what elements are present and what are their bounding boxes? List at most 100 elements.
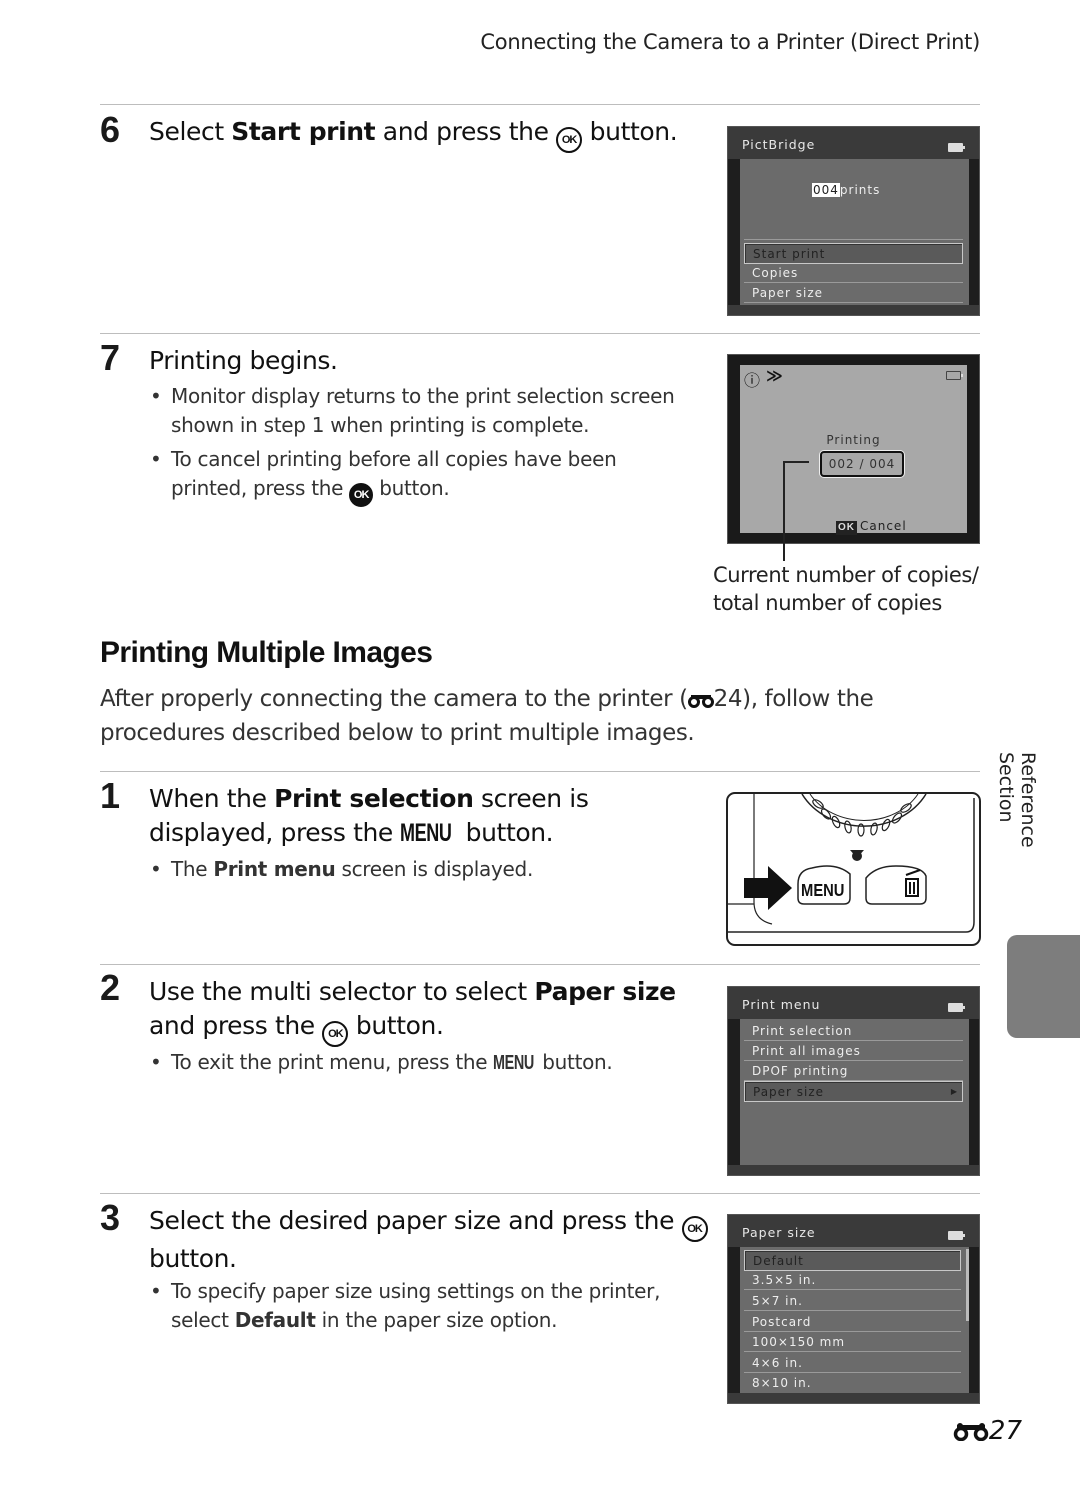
- step-3-title: Select the desired paper size and press …: [149, 1204, 709, 1276]
- step-1-title: When the Print selection screen is displ…: [149, 782, 709, 850]
- step-number: 2: [100, 967, 121, 1008]
- menu-item-copies[interactable]: Copies: [744, 263, 963, 283]
- warning-icon: ⓘ: [744, 371, 761, 390]
- step-7-title: Printing begins.: [149, 346, 338, 375]
- menu-item-label: Paper size: [753, 1085, 825, 1099]
- menu-item-start-print[interactable]: Start print: [744, 243, 963, 264]
- page-reference[interactable]: 24: [714, 686, 743, 712]
- prints-count-label: prints: [839, 183, 881, 197]
- callout-line-2: total number of copies: [713, 591, 942, 615]
- screen-header: Print menu: [728, 987, 979, 1019]
- step-number: 6: [100, 109, 121, 150]
- side-section-label: Reference Section: [995, 752, 1039, 848]
- bullet-text: To specify paper size using settings on …: [150, 1277, 670, 1335]
- text: button.: [348, 1011, 444, 1040]
- text: button.: [373, 476, 450, 500]
- pictbridge-screen: PictBridge 004prints Start print Copies …: [727, 126, 980, 316]
- callout-leader-line: [783, 461, 785, 561]
- menu-item-paper-size[interactable]: Paper size: [744, 283, 963, 303]
- screen-header: PictBridge: [728, 127, 979, 159]
- callout-line-1: Current number of copies/: [713, 563, 979, 587]
- menu-button-icon: MENU: [493, 1052, 535, 1074]
- callout-leader-line: [783, 461, 809, 463]
- text: button.: [536, 1050, 613, 1074]
- text: Select the desired paper size and press …: [149, 1206, 682, 1235]
- paper-option[interactable]: Postcard: [744, 1312, 961, 1332]
- menu-button-icon: MENU: [400, 819, 453, 847]
- divider: [100, 333, 980, 334]
- bullet-item: • Monitor display returns to the print s…: [150, 382, 680, 440]
- bullet-item: • To specify paper size using settings o…: [150, 1277, 670, 1335]
- bold-text: Paper size: [534, 977, 676, 1006]
- paper-option[interactable]: 100×150 mm: [744, 1332, 961, 1352]
- paper-option[interactable]: 5×7 in.: [744, 1291, 961, 1311]
- divider: [100, 104, 980, 105]
- print-menu-screen: Print menu Print selection Print all ima…: [727, 986, 980, 1176]
- battery-icon: [948, 1231, 965, 1240]
- bullet-text: The Print menu screen is displayed.: [150, 855, 670, 884]
- bold-text: Print menu: [213, 857, 336, 881]
- menu-item-print-all-images[interactable]: Print all images: [744, 1041, 963, 1061]
- bullet-dot: •: [150, 447, 162, 471]
- bullet-dot: •: [150, 1050, 162, 1074]
- cancel-hint[interactable]: OK Cancel: [836, 519, 907, 535]
- text: To exit the print menu, press the: [171, 1050, 494, 1074]
- paper-option[interactable]: 8×10 in.: [744, 1373, 961, 1392]
- divider: [100, 964, 980, 965]
- text: screen is displayed.: [335, 857, 533, 881]
- paper-option[interactable]: 4×6 in.: [744, 1353, 961, 1373]
- reference-icon: [687, 695, 714, 708]
- menu-button-label: MENU: [801, 881, 844, 901]
- menu-item-print-selection[interactable]: Print selection: [744, 1021, 963, 1041]
- menu-item-dpof-printing[interactable]: DPOF printing: [744, 1061, 963, 1081]
- screen-footer: [728, 1165, 979, 1175]
- copy-counter: 002 / 004: [820, 451, 904, 477]
- prints-count-value[interactable]: 004: [812, 183, 840, 197]
- page-number: 27: [953, 1416, 1022, 1446]
- screen-body: 004prints Start print Copies Paper size: [740, 159, 969, 305]
- text: button.: [582, 117, 678, 146]
- bullet-dot: •: [150, 1279, 162, 1303]
- scrollbar[interactable]: [966, 1249, 969, 1321]
- paper-option[interactable]: 3.5×5 in.: [744, 1270, 961, 1290]
- bullet-item: • To cancel printing before all copies h…: [150, 445, 695, 507]
- running-head: Connecting the Camera to a Printer (Dire…: [480, 30, 980, 54]
- cancel-label: Cancel: [860, 519, 907, 533]
- section-title: Printing Multiple Images: [100, 636, 433, 669]
- paper-size-screen: Paper size Default 3.5×5 in. 5×7 in. Pos…: [727, 1214, 980, 1404]
- pictbridge-icon: ≫: [766, 366, 783, 385]
- screen-body: Print selection Print all images DPOF pr…: [740, 1019, 969, 1165]
- menu-item-paper-size[interactable]: Paper size ▶: [744, 1081, 963, 1102]
- battery-icon: [948, 1003, 965, 1012]
- bullet-dot: •: [150, 384, 162, 408]
- section-tab: [1007, 935, 1080, 1038]
- text: and press the: [375, 117, 557, 146]
- step-number: 7: [100, 337, 121, 378]
- ok-button-icon: OK: [556, 127, 583, 153]
- camera-buttons-illustration: MENU: [726, 792, 981, 946]
- bullet-dot: •: [150, 857, 162, 881]
- printing-screen: ⓘ ≫ Printing 002 / 004 OK Cancel: [727, 354, 980, 544]
- current-copy: 002: [828, 457, 855, 471]
- reference-icon: [953, 1423, 989, 1441]
- text: button.: [458, 818, 554, 847]
- screen-body: Default 3.5×5 in. 5×7 in. Postcard 100×1…: [740, 1247, 969, 1393]
- text: The: [171, 857, 214, 881]
- screen-footer: [728, 305, 979, 315]
- text: in the paper size option.: [315, 1308, 558, 1332]
- screen-header: Paper size: [728, 1215, 979, 1247]
- ok-badge-icon: OK: [836, 521, 857, 535]
- bullet-text: Monitor display returns to the print sel…: [171, 384, 675, 437]
- battery-icon: [946, 371, 963, 380]
- bullet-item: • The Print menu screen is displayed.: [150, 855, 670, 884]
- bullet-text: To exit the print menu, press the MENU b…: [150, 1048, 670, 1078]
- bold-text: Start print: [231, 117, 376, 146]
- printing-status: Printing: [826, 433, 881, 447]
- paper-option-default[interactable]: Default: [744, 1250, 961, 1271]
- divider: [744, 239, 963, 240]
- ok-button-icon: OK: [349, 483, 374, 507]
- screen-footer: [728, 1393, 979, 1403]
- page-number-value: 27: [988, 1416, 1022, 1446]
- callout-text: Current number of copies/ total number o…: [713, 561, 979, 617]
- divider: [100, 771, 980, 772]
